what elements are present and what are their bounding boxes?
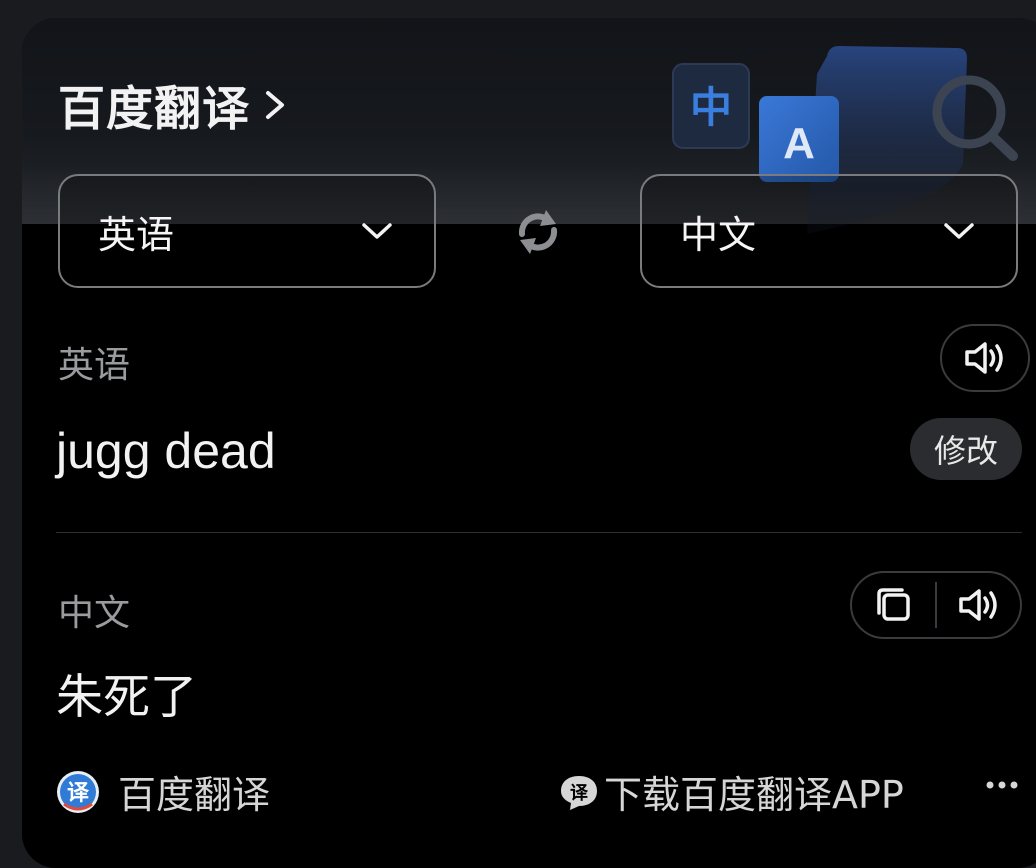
baidu-translate-logo-icon: 译 bbox=[57, 770, 99, 813]
source-language-label: 英语 bbox=[58, 345, 131, 386]
download-app-link[interactable]: 译 下载百度翻译APP bbox=[558, 764, 904, 819]
source-language-select[interactable]: 英语 bbox=[58, 174, 436, 288]
target-speak-button[interactable] bbox=[937, 573, 1020, 637]
panel-divider bbox=[56, 532, 1022, 533]
source-speak-button[interactable] bbox=[940, 324, 1030, 392]
speaker-icon bbox=[965, 342, 1003, 374]
brand-logo-glyph: 译 bbox=[67, 781, 90, 806]
download-app-label: 下载百度翻译APP bbox=[604, 773, 904, 817]
speaker-icon bbox=[958, 589, 997, 621]
more-options-icon[interactable] bbox=[982, 770, 1022, 800]
swap-languages-icon[interactable] bbox=[510, 204, 566, 260]
target-language-select[interactable]: 中文 bbox=[640, 174, 1018, 288]
translate-bubble-icon: 译 bbox=[561, 775, 597, 810]
footer-brand-link[interactable]: 译 百度翻译 bbox=[56, 764, 270, 819]
deco-zh-glyph: 中 bbox=[690, 83, 732, 132]
modify-button[interactable]: 修改 bbox=[910, 418, 1022, 480]
chevron-down-icon bbox=[362, 223, 392, 239]
chevron-right-icon bbox=[266, 90, 284, 119]
deco-en-glyph: A bbox=[783, 119, 815, 168]
target-actions-group bbox=[850, 571, 1022, 639]
app-title: 百度翻译 bbox=[58, 82, 250, 137]
target-language-value: 中文 bbox=[680, 212, 757, 257]
download-bubble-glyph: 译 bbox=[570, 783, 589, 804]
translated-text: 朱死了 bbox=[56, 670, 197, 725]
copy-button[interactable] bbox=[852, 573, 935, 637]
chevron-down-icon bbox=[944, 223, 974, 239]
source-text: jugg dead bbox=[56, 423, 276, 479]
target-language-label: 中文 bbox=[58, 593, 131, 634]
app-title-link[interactable]: 百度翻译 bbox=[58, 70, 292, 139]
copy-icon bbox=[876, 588, 910, 621]
footer-brand-label: 百度翻译 bbox=[118, 773, 271, 817]
translate-card: 中 A 百度翻译 英语 中文 英语 jugg dead 修改 中文 朱死了 译 … bbox=[22, 18, 1036, 868]
source-language-value: 英语 bbox=[98, 212, 175, 257]
